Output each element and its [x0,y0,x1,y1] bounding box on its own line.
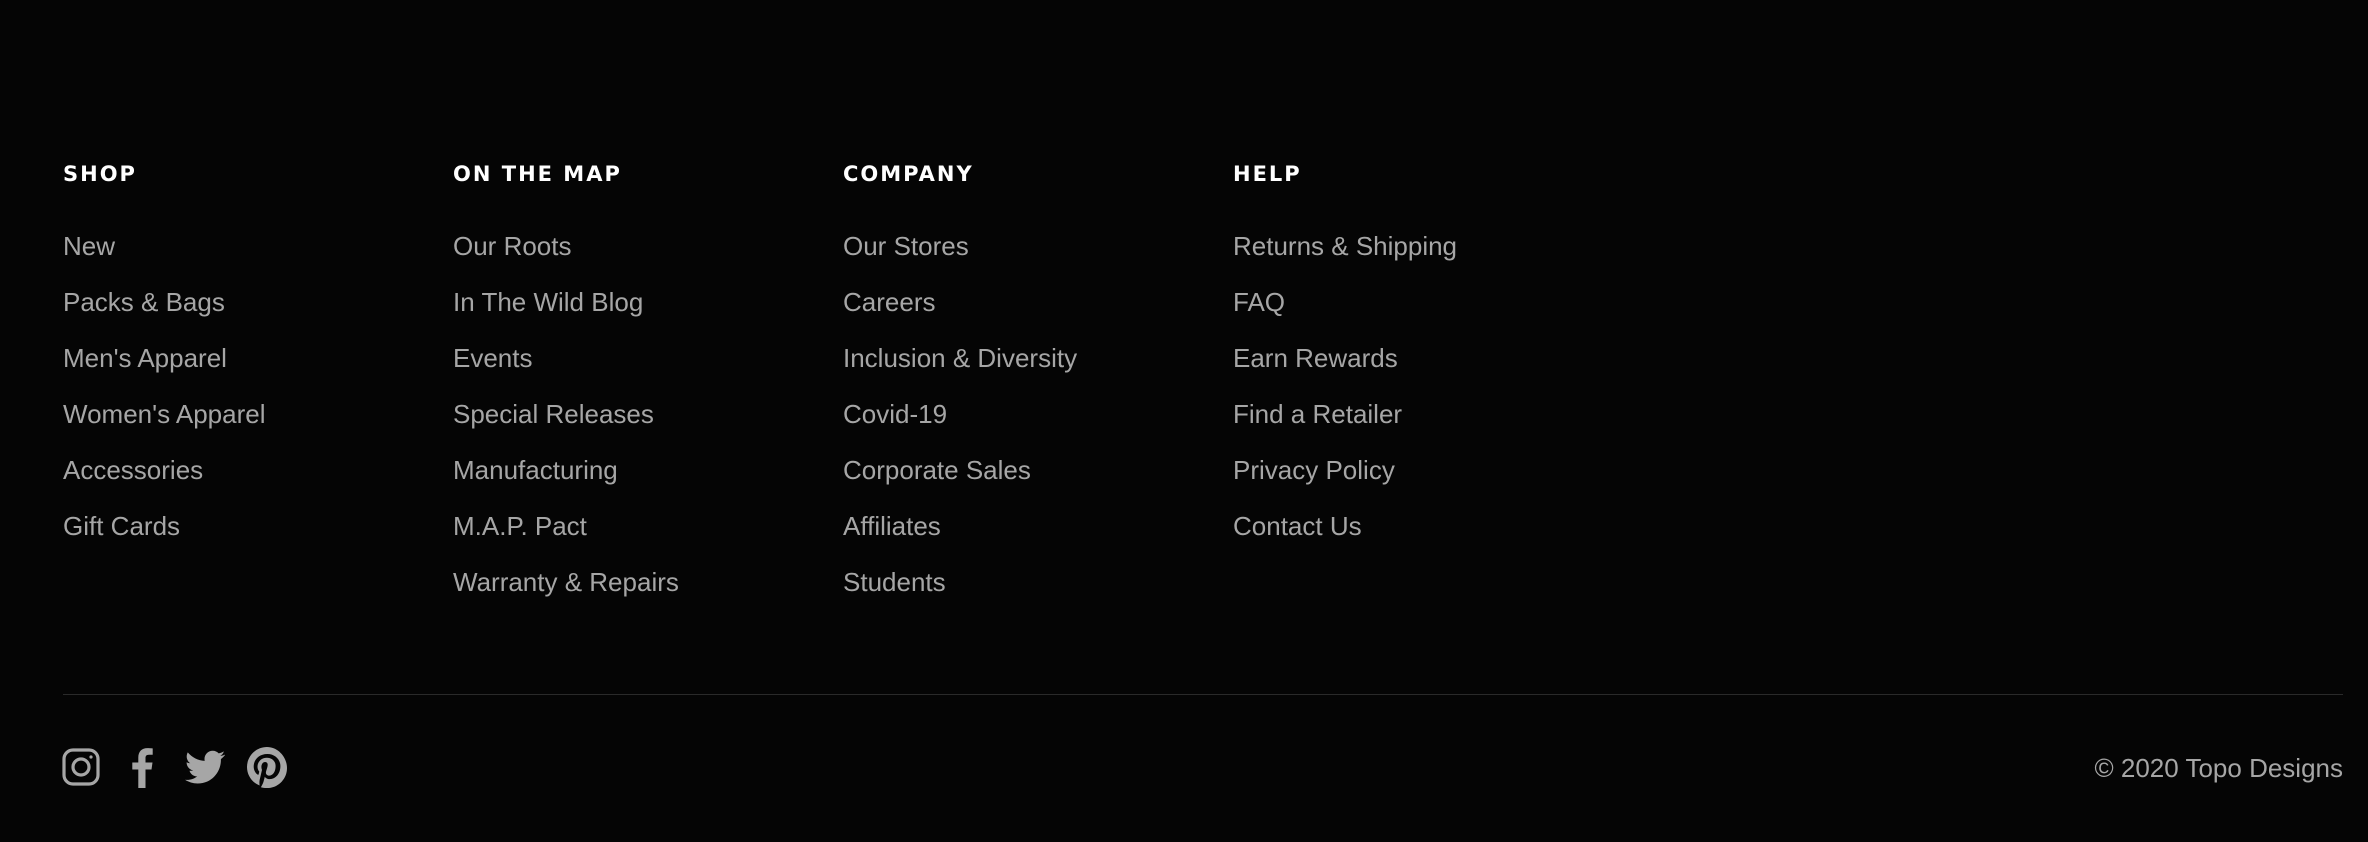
footer-link-list: Returns & Shipping FAQ Earn Rewards Find… [1233,228,1623,564]
list-item: Find a Retailer [1233,396,1623,452]
footer-link-list: Our Stores Careers Inclusion & Diversity… [843,228,1233,620]
list-item: Warranty & Repairs [453,564,843,620]
list-item: M.A.P. Pact [453,508,843,564]
footer-link-find-a-retailer[interactable]: Find a Retailer [1233,399,1402,429]
list-item: Men's Apparel [63,340,453,396]
copyright-notice: © 2020 Topo Designs [2094,753,2343,783]
footer-link-map-pact[interactable]: M.A.P. Pact [453,511,587,541]
list-item: Women's Apparel [63,396,453,452]
footer-link-gift-cards[interactable]: Gift Cards [63,511,180,541]
list-item: Earn Rewards [1233,340,1623,396]
list-item: Returns & Shipping [1233,228,1623,284]
list-item: Inclusion & Diversity [843,340,1233,396]
footer-link-corporate-sales[interactable]: Corporate Sales [843,455,1031,485]
list-item: Accessories [63,452,453,508]
list-item: FAQ [1233,284,1623,340]
footer-link-affiliates[interactable]: Affiliates [843,511,941,541]
list-item: Manufacturing [453,452,843,508]
footer-link-list: New Packs & Bags Men's Apparel Women's A… [63,228,453,564]
footer-column-help: HELP Returns & Shipping FAQ Earn Rewards… [1233,158,1623,620]
list-item: Careers [843,284,1233,340]
footer-column-on-the-map: ON THE MAP Our Roots In The Wild Blog Ev… [453,158,843,620]
site-footer: SHOP New Packs & Bags Men's Apparel Wome… [0,0,2368,842]
footer-link-warranty-repairs[interactable]: Warranty & Repairs [453,567,679,597]
twitter-icon[interactable] [184,746,226,788]
footer-divider [63,694,2343,695]
column-heading: HELP [1233,162,1302,186]
footer-link-accessories[interactable]: Accessories [63,455,203,485]
list-item: Events [453,340,843,396]
footer-link-packs-bags[interactable]: Packs & Bags [63,287,225,317]
list-item: Special Releases [453,396,843,452]
list-item: Packs & Bags [63,284,453,340]
instagram-icon[interactable] [60,746,102,788]
footer-link-manufacturing[interactable]: Manufacturing [453,455,618,485]
list-item: Gift Cards [63,508,453,564]
footer-link-returns-shipping[interactable]: Returns & Shipping [1233,231,1457,261]
footer-link-events[interactable]: Events [453,343,533,373]
footer-link-students[interactable]: Students [843,567,946,597]
list-item: Our Stores [843,228,1233,284]
footer-link-inclusion-diversity[interactable]: Inclusion & Diversity [843,343,1077,373]
footer-link-contact-us[interactable]: Contact Us [1233,511,1362,541]
footer-link-our-stores[interactable]: Our Stores [843,231,969,261]
footer-link-mens-apparel[interactable]: Men's Apparel [63,343,227,373]
footer-link-in-the-wild-blog[interactable]: In The Wild Blog [453,287,643,317]
footer-link-our-roots[interactable]: Our Roots [453,231,572,261]
column-heading: COMPANY [843,162,974,186]
footer-link-womens-apparel[interactable]: Women's Apparel [63,399,265,429]
list-item: Corporate Sales [843,452,1233,508]
facebook-icon[interactable] [122,746,164,788]
list-item: Students [843,564,1233,620]
list-item: Affiliates [843,508,1233,564]
column-heading: ON THE MAP [453,162,622,186]
social-links [60,746,308,788]
footer-link-privacy-policy[interactable]: Privacy Policy [1233,455,1395,485]
list-item: Contact Us [1233,508,1623,564]
footer-link-careers[interactable]: Careers [843,287,935,317]
footer-link-special-releases[interactable]: Special Releases [453,399,654,429]
footer-link-earn-rewards[interactable]: Earn Rewards [1233,343,1398,373]
list-item: In The Wild Blog [453,284,843,340]
footer-columns: SHOP New Packs & Bags Men's Apparel Wome… [63,158,1623,620]
footer-link-covid-19[interactable]: Covid-19 [843,399,947,429]
footer-link-new[interactable]: New [63,231,115,261]
list-item: Our Roots [453,228,843,284]
footer-link-list: Our Roots In The Wild Blog Events Specia… [453,228,843,620]
list-item: Covid-19 [843,396,1233,452]
list-item: New [63,228,453,284]
column-heading: SHOP [63,162,137,186]
list-item: Privacy Policy [1233,452,1623,508]
footer-column-shop: SHOP New Packs & Bags Men's Apparel Wome… [63,158,453,620]
pinterest-icon[interactable] [246,746,288,788]
footer-link-faq[interactable]: FAQ [1233,287,1285,317]
footer-column-company: COMPANY Our Stores Careers Inclusion & D… [843,158,1233,620]
